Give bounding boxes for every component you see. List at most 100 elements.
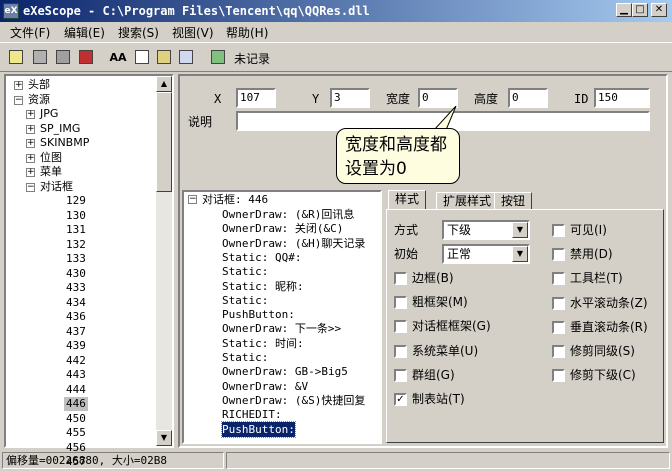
checkbox[interactable] [552,272,565,286]
control-item[interactable]: OwnerDraw: (&S)快捷回复 [222,393,365,408]
tree-node-dialog-132[interactable]: 132 [64,238,88,252]
checkbox[interactable] [552,345,565,358]
checkbox-label[interactable]: 工具栏(T) [570,271,623,285]
height-field[interactable]: 0 [508,88,548,108]
checkbox-label[interactable]: 粗框架(M) [412,295,468,309]
tree-node-dialog-130[interactable]: 130 [64,209,88,223]
mode-select[interactable]: 下级 ▼ [442,220,530,240]
tree-expander-icon[interactable]: + [14,81,23,90]
checkbox-label[interactable]: 水平滚动条(Z) [570,296,648,310]
scroll-up-button[interactable]: ▲ [156,76,172,92]
tree-expander-icon[interactable]: + [26,168,35,177]
checkbox-label[interactable]: 对话框框架(G) [412,319,491,333]
resource-tree[interactable]: + 头部 − 资源 + JPG + SP_IMG + SKINBMP + 位图 + 菜单 − 对话框 129 13… [4,74,174,468]
scroll-thumb[interactable] [156,92,172,192]
tree-node-dialog-436[interactable]: 436 [64,310,88,324]
tree-expander-icon[interactable]: + [26,124,35,134]
control-item[interactable]: OwnerDraw: (&H)聊天记录 [222,236,365,251]
checkbox-label[interactable]: 系统菜单(U) [412,344,478,358]
control-item[interactable]: PushButton: [222,307,295,322]
tree-expander-icon[interactable]: + [26,110,35,119]
tree-node[interactable]: JPG [40,107,58,121]
control-item[interactable]: OwnerDraw: &V [222,379,308,394]
dialog-view-button[interactable] [154,48,174,66]
tree-node-dialog-133[interactable]: 133 [64,252,88,266]
tree-node[interactable]: 头部 [28,78,50,92]
control-item[interactable]: Static: 昵称: [222,279,304,294]
dialog-root[interactable]: 对话框: 446 [202,192,268,207]
close-button[interactable]: ✕ [651,3,667,17]
tree-node-dialog-437[interactable]: 437 [64,325,88,339]
open-button[interactable] [6,48,26,66]
control-item[interactable]: Static: [222,350,268,365]
tree-node-dialog-131[interactable]: 131 [64,223,88,237]
tree-expander-icon[interactable]: − [26,182,35,192]
control-item[interactable]: OwnerDraw: 下一条>> [222,321,341,336]
tree-node-dialog-443[interactable]: 443 [64,368,88,382]
control-item[interactable]: Static: QQ#: [222,250,301,265]
control-item[interactable]: OwnerDraw: GB->Big5 [222,364,348,379]
title-bar[interactable]: eX eXeScope - C:\Program Files\Tencent\q… [0,0,672,22]
checkbox[interactable] [552,224,565,237]
scroll-down-button[interactable]: ▼ [156,430,172,446]
checkbox[interactable] [394,272,407,285]
menu-help[interactable]: 帮助(H) [226,24,268,41]
checkbox[interactable] [552,320,565,334]
collapse-icon[interactable]: − [188,195,197,204]
tree-node[interactable]: 位图 [40,151,62,165]
init-dropdown-button[interactable]: ▼ [512,246,528,262]
tree-node[interactable]: 对话框 [40,180,73,194]
control-item[interactable]: PushButton: [221,420,296,438]
checkbox[interactable] [394,344,407,358]
save-button[interactable] [30,48,50,66]
init-select[interactable]: 正常 ▼ [442,244,530,264]
control-item[interactable]: OwnerDraw: (&R)回讯息 [222,207,354,222]
checkbox-label[interactable]: 修剪下级(C) [570,368,636,382]
record-button[interactable] [208,48,228,66]
x-field[interactable]: 107 [236,88,276,108]
app-icon[interactable]: eX [3,3,19,19]
mode-dropdown-button[interactable]: ▼ [512,222,528,238]
control-item[interactable]: Static: 时间: [222,336,304,351]
checkbox[interactable]: ✓ [394,393,407,406]
checkbox[interactable] [394,320,407,334]
checkbox[interactable] [552,369,565,383]
menu-view[interactable]: 视图(V) [172,24,214,41]
tab-ext-style[interactable]: 扩展样式 [436,192,499,210]
text-view-button[interactable] [132,48,152,66]
tree-node-dialog-444[interactable]: 444 [64,383,88,397]
control-list[interactable]: − 对话框: 446 OwnerDraw: (&R)回讯息 OwnerDraw: … [182,190,382,444]
tab-style[interactable]: 样式 [388,190,427,210]
checkbox[interactable] [394,368,407,382]
tree-expander-icon[interactable]: + [26,139,35,148]
id-field[interactable]: 150 [594,88,650,108]
tree-node[interactable]: SKINBMP [40,136,89,150]
checkbox-label[interactable]: 禁用(D) [570,247,613,261]
control-item[interactable]: Static: [222,293,268,308]
maximize-button[interactable]: □ [632,3,648,17]
checkbox[interactable] [552,248,565,262]
control-item[interactable]: OwnerDraw: 关闭(&C) [222,221,343,236]
tree-node-dialog-434[interactable]: 434 [64,296,88,310]
tree-scrollbar[interactable]: ▲ ▼ [156,76,172,446]
checkbox-label[interactable]: 制表站(T) [412,392,465,406]
tree-node-dialog-129[interactable]: 129 [64,194,88,208]
checkbox[interactable] [552,296,565,310]
window-view-button[interactable] [176,48,196,66]
tree-expander-icon[interactable]: + [26,153,35,163]
checkbox-label[interactable]: 可见(I) [570,223,607,237]
checkbox-label[interactable]: 边框(B) [412,271,454,285]
checkbox-label[interactable]: 修剪同级(S) [570,344,635,358]
checkbox[interactable] [394,296,407,310]
tree-node[interactable]: SP_IMG [40,122,80,136]
tree-node-dialog-446[interactable]: 446 [64,397,88,411]
menu-file[interactable]: 文件(F) [10,24,50,41]
checkbox-label[interactable]: 垂直滚动条(R) [570,320,648,334]
tree-node-dialog-433[interactable]: 433 [64,281,88,295]
tree-node-dialog-455[interactable]: 455 [64,426,88,440]
export-button[interactable] [76,48,96,66]
tree-node-dialog-450[interactable]: 450 [64,412,88,426]
font-button[interactable]: AA [108,48,128,66]
save-as-button[interactable] [53,48,73,66]
menu-edit[interactable]: 编辑(E) [64,24,105,41]
